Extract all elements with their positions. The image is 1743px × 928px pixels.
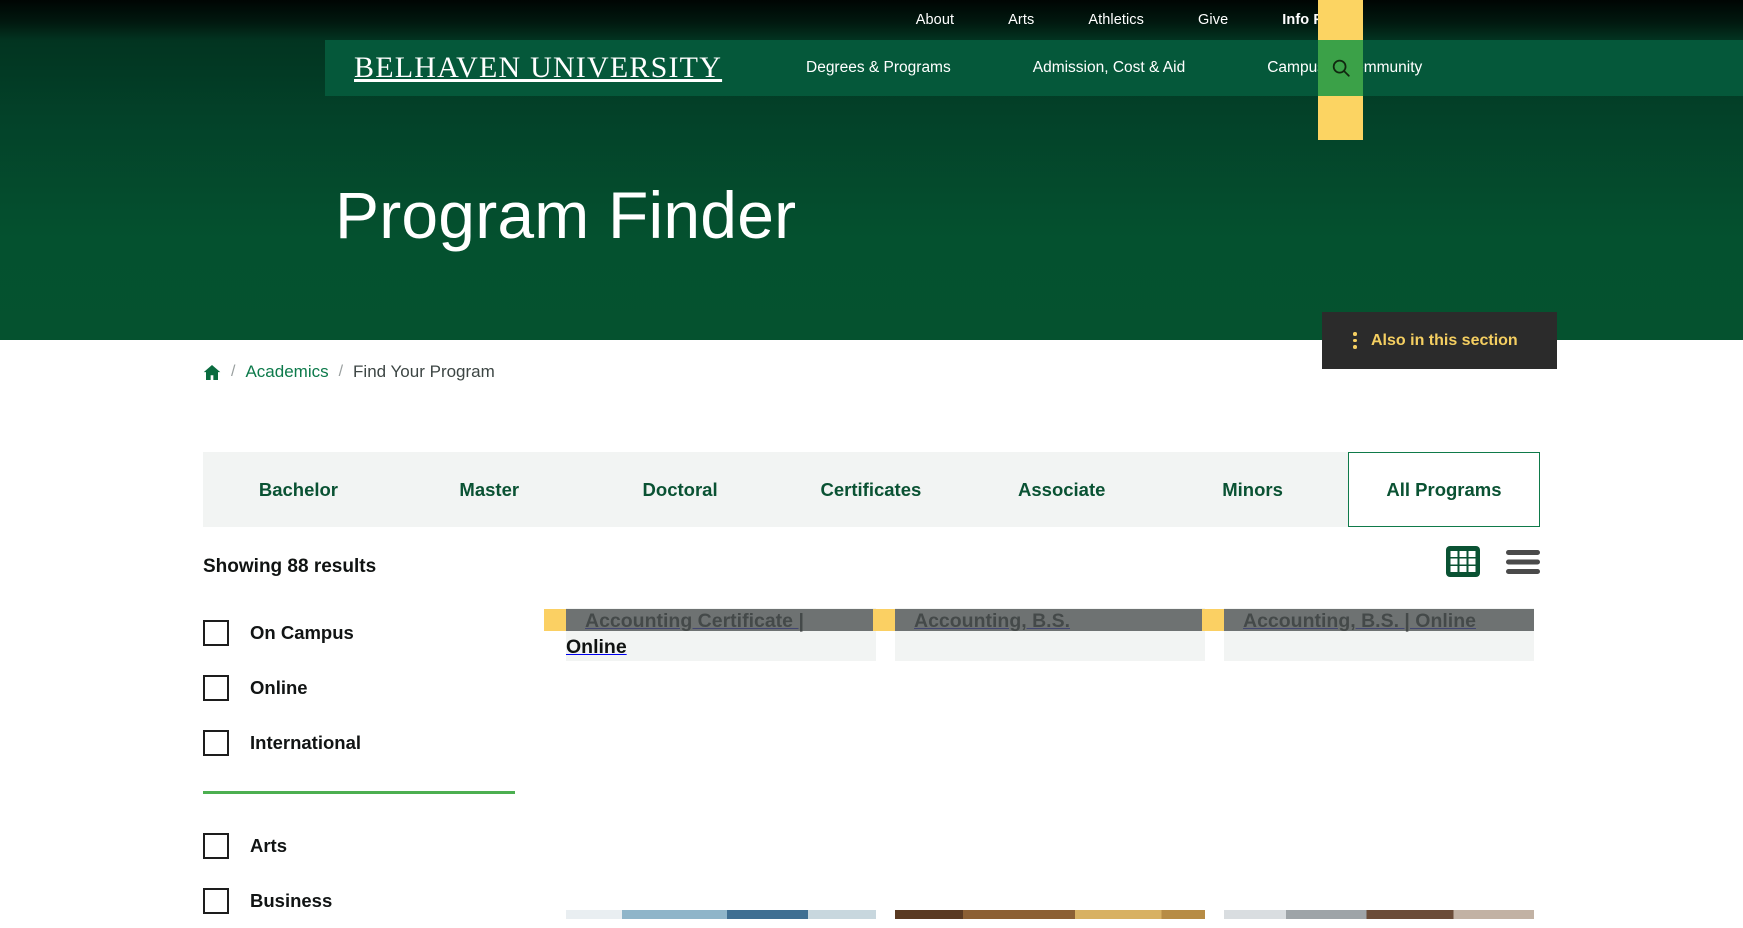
tab-minors[interactable]: Minors	[1157, 452, 1348, 527]
breadcrumb-item-academics[interactable]: Academics	[245, 362, 328, 382]
filter-online[interactable]: Online	[203, 660, 518, 715]
program-card-grid: Accounting Certificate | Online Accounti…	[544, 608, 1542, 661]
filter-divider	[203, 791, 515, 794]
home-icon	[203, 364, 221, 380]
card-media	[566, 910, 876, 919]
nav-link-admission-cost-aid[interactable]: Admission, Cost & Aid	[992, 40, 1226, 96]
results-count-label: Showing 88 results	[203, 556, 377, 577]
also-in-this-section-button[interactable]: Also in this section	[1322, 312, 1557, 369]
program-card[interactable]: Accounting, B.S. | Online	[1202, 608, 1534, 661]
program-card[interactable]	[566, 910, 876, 919]
checkbox-arts[interactable]	[203, 832, 229, 859]
topbar-link-give[interactable]: Give	[1171, 0, 1255, 40]
search-button[interactable]	[1318, 40, 1363, 96]
filter-on-campus[interactable]: On Campus	[203, 605, 518, 660]
nav-link-degrees-programs[interactable]: Degrees & Programs	[765, 40, 992, 96]
list-view-icon	[1506, 549, 1540, 574]
top-utility-links: About Arts Athletics Give Info For	[889, 0, 1363, 40]
grid-view-icon	[1446, 546, 1480, 577]
filter-international[interactable]: International	[203, 715, 518, 770]
checkbox-international[interactable]	[203, 729, 229, 756]
card-media	[1224, 910, 1534, 919]
tab-all-programs[interactable]: All Programs	[1347, 452, 1540, 527]
filter-arts[interactable]: Arts	[203, 818, 518, 873]
search-icon	[1332, 59, 1350, 77]
filter-label-business: Business	[250, 889, 333, 911]
topbar-link-about[interactable]: About	[889, 0, 981, 40]
tab-master[interactable]: Master	[394, 452, 585, 527]
site-logo-wordmark[interactable]: BELHAVEN UNIVERSITY	[354, 51, 722, 85]
tab-bachelor[interactable]: Bachelor	[203, 452, 394, 527]
tab-certificates[interactable]: Certificates	[775, 452, 966, 527]
program-card[interactable]: Accounting, B.S.	[873, 608, 1205, 661]
filter-label-on-campus: On Campus	[250, 621, 354, 643]
program-card[interactable]	[1224, 910, 1534, 919]
checkbox-business[interactable]	[203, 887, 229, 914]
filter-label-arts: Arts	[250, 834, 288, 856]
filter-label-international: International	[250, 731, 362, 753]
breadcrumb-home-link[interactable]	[203, 364, 221, 381]
top-utility-bar: About Arts Athletics Give Info For	[0, 0, 1743, 40]
list-view-button[interactable]	[1506, 549, 1540, 575]
checkbox-online[interactable]	[203, 674, 229, 701]
topbar-link-arts[interactable]: Arts	[981, 0, 1061, 40]
breadcrumb-separator-1: /	[231, 363, 236, 380]
tab-associate[interactable]: Associate	[966, 452, 1157, 527]
program-card[interactable]	[895, 910, 1205, 919]
tab-doctoral[interactable]: Doctoral	[585, 452, 776, 527]
kebab-menu-icon	[1344, 332, 1366, 349]
filter-label-online: Online	[250, 676, 308, 698]
card-body: Accounting Certificate | Online	[566, 590, 804, 685]
filter-sidebar: On Campus Online International Arts Busi…	[203, 605, 518, 928]
program-card[interactable]: Accounting Certificate | Online	[544, 608, 876, 661]
topbar-link-athletics[interactable]: Athletics	[1061, 0, 1171, 40]
program-card-grid-next-row	[566, 910, 1542, 919]
card-media	[895, 910, 1205, 919]
view-toggle-group	[1446, 546, 1540, 577]
breadcrumb-separator-2: /	[338, 363, 344, 380]
main-navigation: BELHAVEN UNIVERSITY Degrees & Programs A…	[325, 40, 1743, 96]
program-level-tabs: Bachelor Master Doctoral Certificates As…	[203, 452, 1540, 527]
checkbox-on-campus[interactable]	[203, 619, 229, 646]
grid-view-button[interactable]	[1446, 546, 1480, 577]
breadcrumb-item-current: Find Your Program	[353, 362, 495, 381]
filter-business[interactable]: Business	[203, 873, 518, 928]
page-title: Program Finder	[335, 178, 797, 252]
also-in-this-section-label: Also in this section	[1371, 331, 1518, 349]
breadcrumb: / Academics / Find Your Program	[203, 362, 495, 382]
